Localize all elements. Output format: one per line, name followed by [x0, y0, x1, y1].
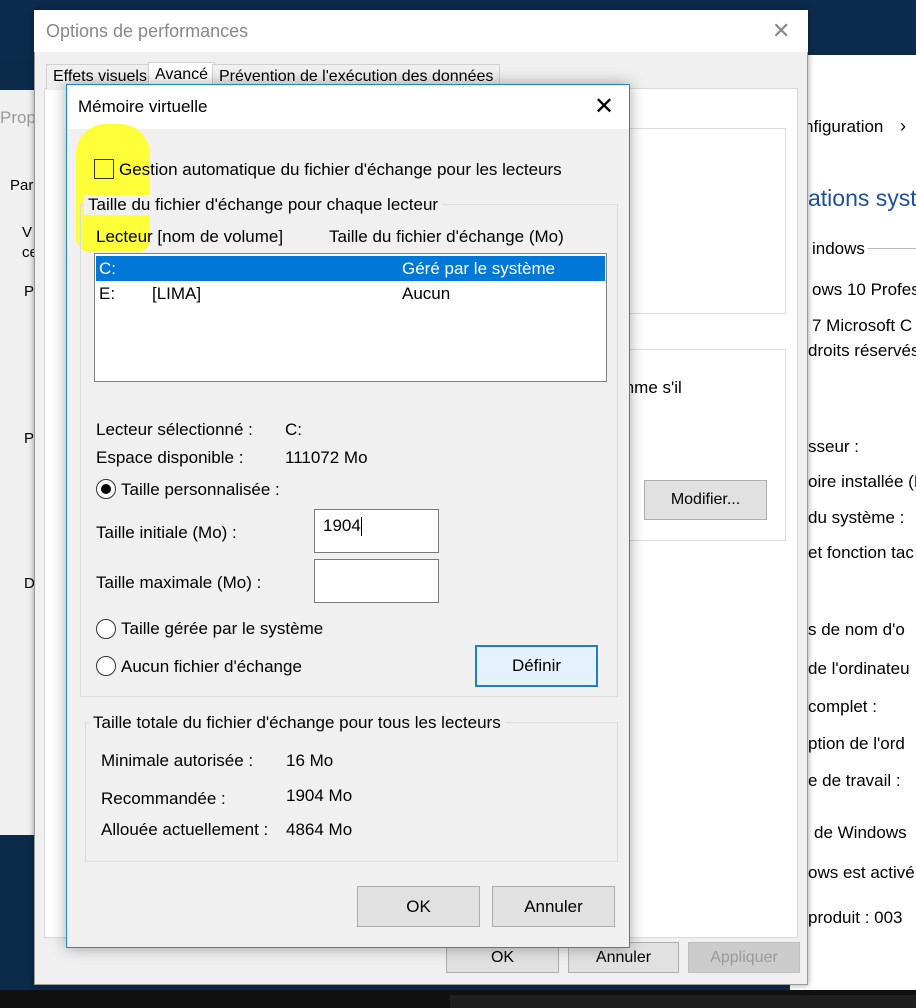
system-line: du système :: [808, 508, 905, 527]
system-line: indows: [812, 239, 865, 258]
system-properties-tab[interactable]: Par: [10, 177, 33, 194]
max-size-label: Taille maximale (Mo) :: [96, 573, 262, 592]
taskbar-strip: [450, 995, 916, 1008]
drive-size: Aucun: [402, 284, 451, 303]
selected-drive-value: C:: [285, 420, 302, 439]
no-paging-file-label: Aucun fichier d'échange: [121, 657, 302, 676]
prop-fragment: P: [24, 430, 35, 447]
system-line: de l'ordinateu: [808, 659, 910, 678]
set-button[interactable]: Définir: [475, 645, 598, 687]
free-space-value: 111072 Mo: [285, 448, 368, 467]
custom-size-radio[interactable]: [96, 479, 116, 499]
system-line: oire installée (R: [808, 472, 916, 491]
system-line: ows 10 Profess: [812, 280, 916, 299]
initial-size-input[interactable]: 1904: [314, 509, 439, 553]
min-allowed-label: Minimale autorisée :: [101, 751, 254, 770]
auto-manage-label: Gestion automatique du fichier d'échange…: [119, 160, 562, 179]
perf-apply-button[interactable]: Appliquer: [688, 942, 800, 973]
ok-button[interactable]: OK: [357, 886, 480, 927]
cancel-button[interactable]: Annuler: [492, 886, 615, 927]
drive-size: Géré par le système: [402, 259, 556, 278]
initial-size-value: 1904: [323, 516, 361, 535]
system-properties-title: Prop: [0, 108, 36, 127]
system-managed-label: Taille gérée par le système: [121, 619, 324, 638]
close-icon[interactable]: ✕: [594, 92, 614, 121]
system-breadcrumb[interactable]: nfiguration: [804, 117, 883, 137]
column-drive: Lecteur [nom de volume]: [96, 227, 284, 246]
system-line: ption de l'ord: [808, 734, 905, 753]
auto-manage-checkbox[interactable]: [94, 159, 114, 179]
system-managed-radio[interactable]: [96, 619, 116, 639]
list-item[interactable]: C: Géré par le système: [96, 256, 605, 281]
recommended-value: 1904 Mo: [286, 786, 353, 805]
system-line: e de travail :: [808, 771, 901, 790]
recommended-label: Recommandée :: [101, 789, 226, 808]
performance-options-title: Options de performances: [46, 21, 249, 41]
system-line: complet :: [808, 697, 877, 716]
drive-volume: [LIMA]: [152, 284, 202, 303]
system-line: 7 Microsoft C: [812, 316, 913, 335]
drive-list[interactable]: C: Géré par le système E: [LIMA] Aucun: [94, 253, 607, 382]
system-line: ows est activé.: [808, 863, 916, 882]
text-caret: [360, 517, 362, 537]
allocated-value: 4864 Mo: [286, 820, 353, 839]
selected-drive-label: Lecteur sélectionné :: [96, 420, 253, 439]
divider: [868, 248, 916, 249]
system-line: produit : 003: [808, 908, 903, 927]
custom-size-label: Taille personnalisée :: [121, 480, 280, 499]
system-line: s de nom d'o: [808, 620, 905, 639]
system-heading: ations syste: [808, 185, 916, 211]
prop-fragment: P: [24, 283, 35, 300]
free-space-label: Espace disponible :: [96, 448, 244, 467]
list-item[interactable]: E: [LIMA] Aucun: [96, 281, 605, 306]
total-size-group-title: Taille totale du fichier d'échange pour …: [89, 713, 505, 733]
allocated-label: Allouée actuellement :: [101, 820, 269, 839]
prop-fragment: V: [22, 224, 33, 241]
column-size: Taille du fichier d'échange (Mo): [329, 227, 564, 246]
no-paging-file-radio[interactable]: [96, 656, 116, 676]
close-icon[interactable]: ✕: [772, 18, 790, 44]
system-line: sseur :: [808, 437, 860, 456]
drive-letter: C:: [99, 259, 116, 278]
drive-letter: E:: [99, 284, 116, 303]
system-line: droits réservés: [808, 341, 916, 360]
modify-button[interactable]: Modifier...: [644, 480, 767, 520]
chevron-right-icon: ›: [900, 116, 906, 136]
system-line: et fonction tac: [808, 543, 914, 562]
per-drive-group-title: Taille du fichier d'échange pour chaque …: [84, 195, 443, 215]
system-line: de Windows: [814, 823, 907, 842]
radio-selected-dot: [101, 484, 111, 494]
initial-size-label: Taille initiale (Mo) :: [96, 523, 237, 542]
virtual-memory-title: Mémoire virtuelle: [78, 97, 208, 116]
min-allowed-value: 16 Mo: [286, 751, 334, 770]
max-size-input[interactable]: [314, 559, 439, 603]
